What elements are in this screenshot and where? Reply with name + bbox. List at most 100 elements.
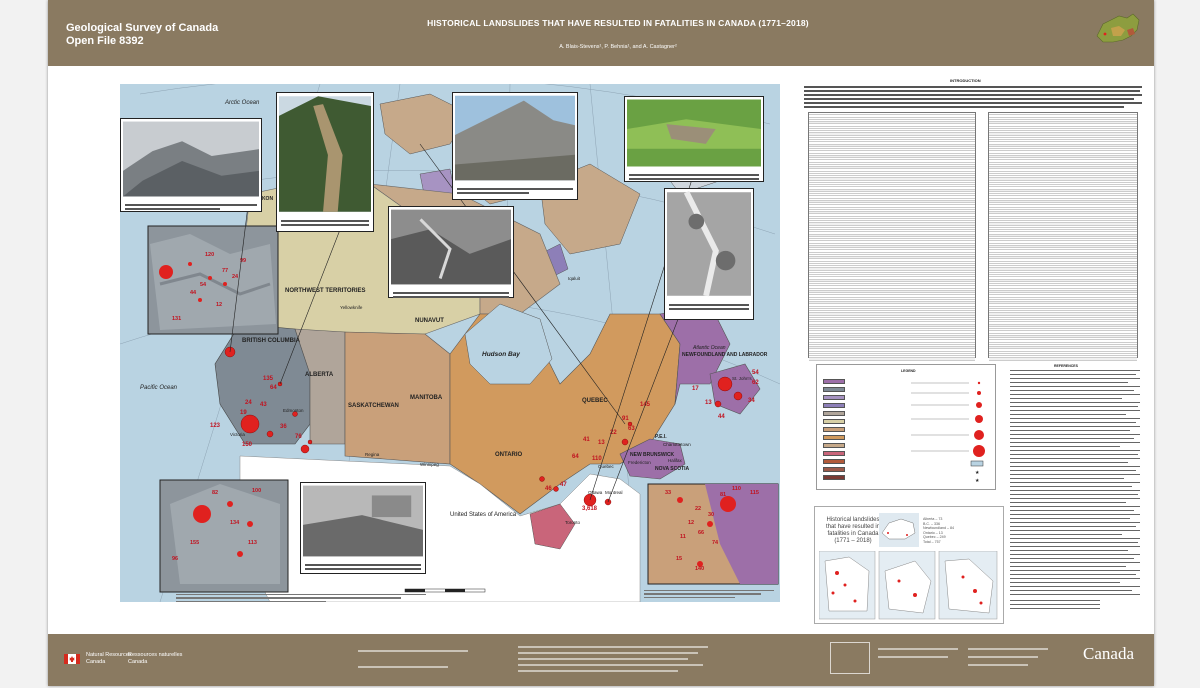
fatality-marker [266,430,274,438]
reference-entry [1010,586,1140,588]
photo-caption [125,204,257,206]
fatality-marker [733,391,743,401]
label-edmonton: Edmonton [283,408,304,413]
legend-swatch [823,475,845,480]
department-line: Ressources naturelles [128,652,183,658]
reference-entry [1010,482,1140,484]
fatality-count: 123 [210,423,221,429]
reference-entry [1010,378,1140,380]
fatality-count: 54 [752,370,759,376]
table-rows [809,113,975,361]
footer-text [518,646,708,648]
fatality-marker [714,400,722,408]
inset-southeast-map: 110 81 33 115 12 140 74 22 30 66 11 15 [647,483,779,585]
reference-entry [1010,566,1126,568]
footer-text [358,666,448,668]
label-british-columbia: BRITISH COLUMBIA [242,338,301,344]
fatality-count: 34 [748,398,755,404]
legend-swatch [823,435,845,440]
canada-overview-icon [1096,13,1140,43]
label-ottawa: Ottawa [588,490,603,495]
introduction-text [804,86,1142,88]
inset-count: 96 [172,556,178,562]
landslide-photo-4 [624,96,764,182]
inset-count: 66 [698,530,704,536]
fatality-marker [307,439,313,445]
fatality-count: 76 [295,434,302,440]
department-line: Natural Resources [86,652,132,658]
header-band: Geological Survey of Canada Open File 83… [48,0,1154,66]
label-atlantic-ocean: Atlantic Ocean [692,345,726,351]
inset-count: 12 [216,302,222,308]
photo-image [303,485,423,557]
label-halifax: Halifax [668,458,683,463]
poster: Geological Survey of Canada Open File 83… [48,0,1154,686]
legend-swatch [823,379,845,384]
label-charlottetown: Charlottetown [663,442,691,447]
legend-swatch [823,395,845,400]
reference-entry [1010,534,1122,536]
photo-caption [457,192,529,194]
inset-count: 115 [750,490,759,496]
scale-bar [404,588,486,593]
inset-count: 11 [680,534,686,540]
legend-swatch [823,403,845,408]
reference-entry [1010,406,1138,408]
summary-inset: Historical landslides that have resulted… [814,506,1004,624]
reference-entry [1010,554,1140,556]
canada-wordmark: Canada [1083,644,1134,663]
photo-caption [457,188,573,190]
fatality-marker [240,414,260,434]
reference-entry [1010,410,1140,412]
inset-count: 131 [172,316,181,322]
legend-swatch [823,419,845,424]
fatality-count: 46 [545,486,552,492]
fatality-count: 17 [692,386,699,392]
reference-entry [1010,600,1100,602]
inset-count: 134 [230,520,240,526]
legend-swatch [823,451,845,456]
label-quebec: QUEBEC [582,398,608,404]
reference-entry [1010,414,1126,416]
reference-entry [1010,390,1134,392]
fatality-marker [621,438,629,446]
reference-entry [1010,558,1134,560]
svg-text:★: ★ [975,478,980,484]
photo-caption [393,292,509,294]
reference-entry [1010,570,1140,572]
reference-entry [1010,398,1122,400]
agency-name: Geological Survey of Canada [66,22,219,34]
footer-text [518,664,703,666]
inset-count: 120 [205,252,214,258]
fatality-count: 62 [752,380,759,386]
reference-entry [1010,434,1140,436]
reference-entry [1010,478,1124,480]
fatality-marker [553,486,559,492]
inset-count: 110 [732,486,741,492]
landslide-photo-1 [120,118,262,212]
inset-count: 30 [708,512,714,518]
canada-flag-icon [64,654,80,664]
reference-entry [1010,474,1140,476]
legend-swatch [823,443,845,448]
reference-entry [1010,458,1140,460]
reference-entry [1010,530,1140,532]
label-yellowknife: Yellowknife [340,305,363,310]
label-fredericton: Fredericton [628,460,651,465]
inset-west-map: 120 54 131 44 77 12 99 24 [147,225,279,335]
legend-swatch [823,467,845,472]
reference-entry [1010,608,1100,610]
legend-swatch [823,459,845,464]
footer-text [968,664,1028,666]
photo-caption [669,308,749,310]
footer-text [518,670,678,672]
map-legend: LEGEND ★ ★ [816,364,996,490]
reference-entry [1010,442,1140,444]
reference-entry [1010,546,1140,548]
photo-caption [305,564,421,566]
summary-inset-stats: Alberta – 73 B.C. – 336 Newfoundland – 8… [923,517,1001,545]
reference-entry [1010,494,1138,496]
inset-count: 22 [695,506,701,512]
legend-swatch [823,387,845,392]
label-regina: Regina [365,452,380,457]
